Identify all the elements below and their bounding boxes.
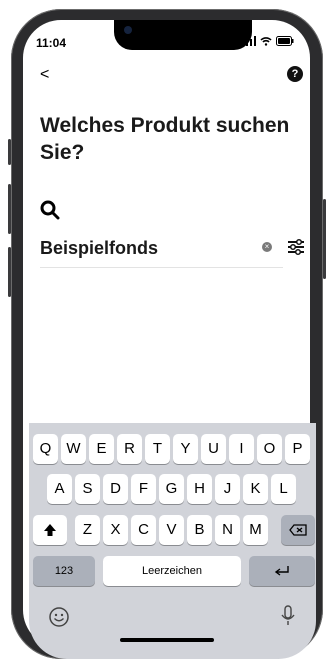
key-s[interactable]: S xyxy=(75,474,100,504)
backspace-icon xyxy=(289,524,307,536)
microphone-icon[interactable] xyxy=(280,604,296,628)
key-g[interactable]: G xyxy=(159,474,184,504)
key-e[interactable]: E xyxy=(89,434,114,464)
key-l[interactable]: L xyxy=(271,474,296,504)
key-b[interactable]: B xyxy=(187,515,212,545)
key-u[interactable]: U xyxy=(201,434,226,464)
key-y[interactable]: Y xyxy=(173,434,198,464)
key-t[interactable]: T xyxy=(145,434,170,464)
notch xyxy=(114,20,252,50)
volume-up-button xyxy=(8,184,11,234)
key-z[interactable]: Z xyxy=(75,515,100,545)
key-c[interactable]: C xyxy=(131,515,156,545)
clear-icon[interactable]: × xyxy=(262,242,272,252)
key-p[interactable]: P xyxy=(285,434,310,464)
return-icon xyxy=(274,566,289,576)
shift-key[interactable] xyxy=(33,515,67,545)
key-q[interactable]: Q xyxy=(33,434,58,464)
search-underline xyxy=(40,267,283,268)
key-d[interactable]: D xyxy=(103,474,128,504)
shift-icon xyxy=(44,524,56,536)
status-time: 11:04 xyxy=(36,36,67,50)
key-j[interactable]: J xyxy=(215,474,240,504)
key-i[interactable]: I xyxy=(229,434,254,464)
wifi-icon xyxy=(260,37,272,46)
key-x[interactable]: X xyxy=(103,515,128,545)
numbers-key[interactable]: 123 xyxy=(33,556,95,586)
power-button xyxy=(323,199,326,279)
key-w[interactable]: W xyxy=(61,434,86,464)
key-o[interactable]: O xyxy=(257,434,282,464)
filter-icon[interactable] xyxy=(287,238,305,256)
back-button[interactable]: < xyxy=(40,66,49,84)
status-icons xyxy=(242,36,294,46)
key-a[interactable]: A xyxy=(47,474,72,504)
mute-switch xyxy=(8,139,11,165)
camera xyxy=(124,26,132,34)
key-k[interactable]: K xyxy=(243,474,268,504)
search-input[interactable]: Beispielfonds xyxy=(40,238,158,259)
emoji-icon[interactable] xyxy=(48,606,70,628)
key-n[interactable]: N xyxy=(215,515,240,545)
delete-key[interactable] xyxy=(281,515,315,545)
space-key[interactable]: Leerzeichen xyxy=(103,556,241,586)
battery-icon xyxy=(276,36,294,46)
key-v[interactable]: V xyxy=(159,515,184,545)
key-f[interactable]: F xyxy=(131,474,156,504)
volume-down-button xyxy=(8,247,11,297)
help-button[interactable]: ? xyxy=(287,66,303,82)
key-m[interactable]: M xyxy=(243,515,268,545)
page-title: Welches Produkt suchen Sie? xyxy=(40,114,290,164)
home-indicator xyxy=(120,638,214,642)
signal-icon xyxy=(242,36,256,46)
key-h[interactable]: H xyxy=(187,474,212,504)
key-r[interactable]: R xyxy=(117,434,142,464)
return-key[interactable] xyxy=(249,556,315,586)
search-icon xyxy=(40,200,60,220)
